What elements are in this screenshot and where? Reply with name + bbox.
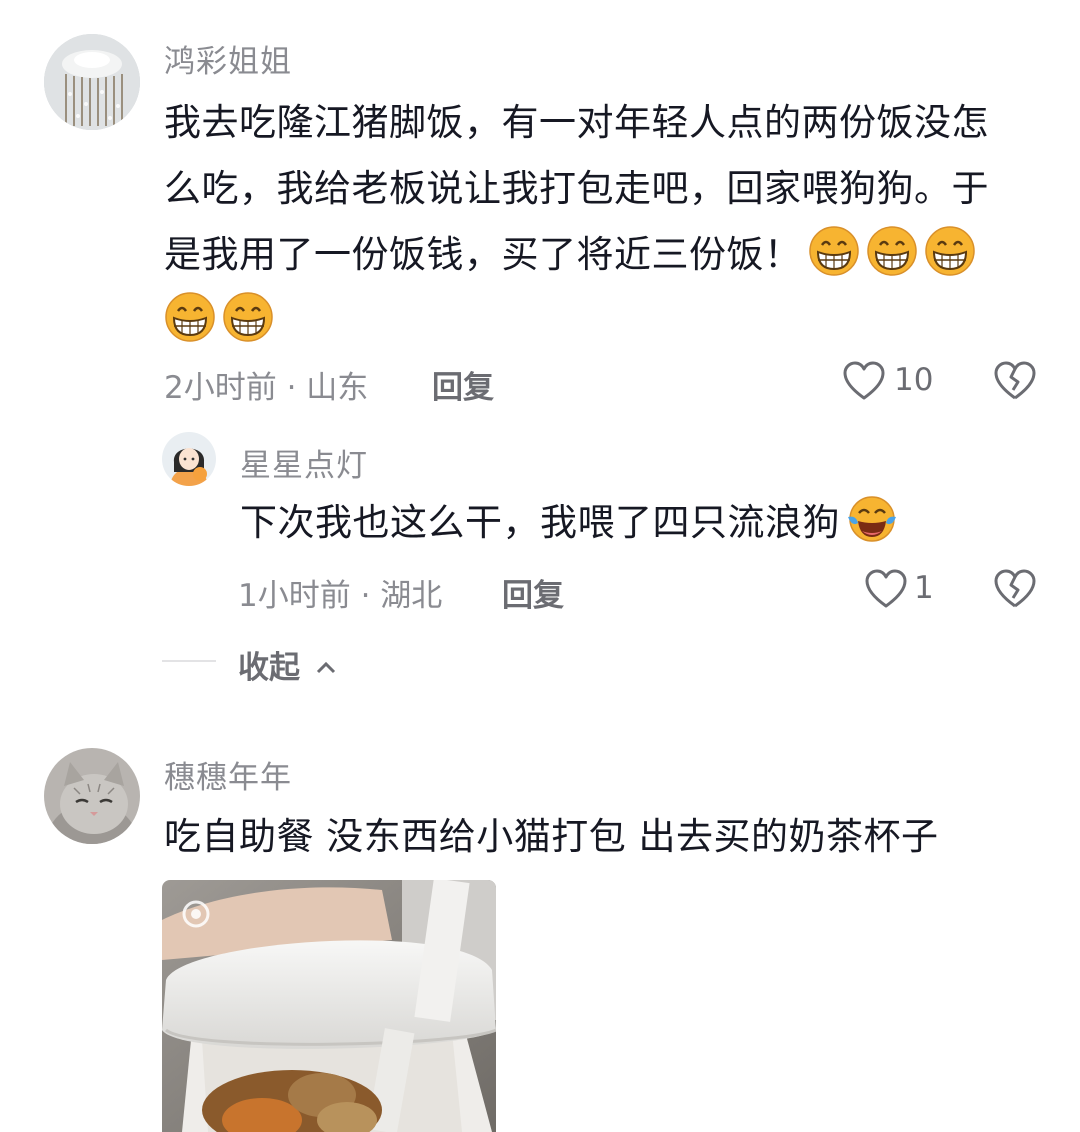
- reply-meta: 1小时前 · 湖北: [238, 578, 443, 614]
- comment-text: 我去吃隆江猪脚饭，有一对年轻人点的两份饭没怎 么吃，我给老板说让我打包走吧，回家…: [164, 90, 1044, 354]
- comment-username[interactable]: 穗穗年年: [164, 752, 292, 797]
- avatar[interactable]: [162, 432, 216, 486]
- collapse-label: 收起: [238, 650, 300, 686]
- grin-icon: [808, 225, 860, 277]
- avatar[interactable]: [44, 34, 140, 130]
- avatar[interactable]: [44, 748, 140, 844]
- comment-username[interactable]: 鸿彩姐姐: [164, 36, 292, 81]
- tears-of-joy-icon: [846, 493, 898, 545]
- comment-text-line: 我去吃隆江猪脚饭，有一对年轻人点的两份饭没怎: [164, 101, 989, 144]
- comment-text-segment: 是我用了一份饭钱，买了将近三份饭！: [164, 233, 802, 276]
- comment-text: 吃自助餐 没东西给小猫打包 出去买的奶茶杯子: [164, 815, 939, 858]
- heart-icon[interactable]: [842, 360, 886, 402]
- collapse-divider: [162, 660, 216, 662]
- reply-text-segment: 下次我也这么干，我喂了四只流浪狗: [240, 501, 840, 544]
- comment-meta: 2小时前 · 山东: [164, 370, 369, 406]
- broken-heart-icon[interactable]: [992, 360, 1038, 402]
- broken-heart-icon[interactable]: [992, 568, 1038, 610]
- heart-icon[interactable]: [864, 568, 908, 610]
- reply-username[interactable]: 星星点灯: [240, 440, 368, 485]
- reply-text: 下次我也这么干，我喂了四只流浪狗: [240, 490, 898, 556]
- comment-text-line: 么吃，我给老板说让我打包走吧，回家喂狗狗。于: [164, 167, 989, 210]
- like-count: 1: [914, 570, 934, 606]
- grin-icon: [222, 291, 274, 343]
- chevron-up-icon: [315, 646, 337, 682]
- reply-button[interactable]: 回复: [502, 570, 564, 615]
- comment-image[interactable]: [162, 880, 496, 1132]
- comment-text-line: [164, 288, 1044, 354]
- grin-icon: [866, 225, 918, 277]
- grin-icon: [164, 291, 216, 343]
- like-count: 10: [894, 362, 934, 398]
- comment-text-line: 是我用了一份饭钱，买了将近三份饭！: [164, 222, 1044, 288]
- grin-icon: [924, 225, 976, 277]
- collapse-button[interactable]: 收起: [238, 642, 337, 687]
- reply-button[interactable]: 回复: [432, 362, 494, 407]
